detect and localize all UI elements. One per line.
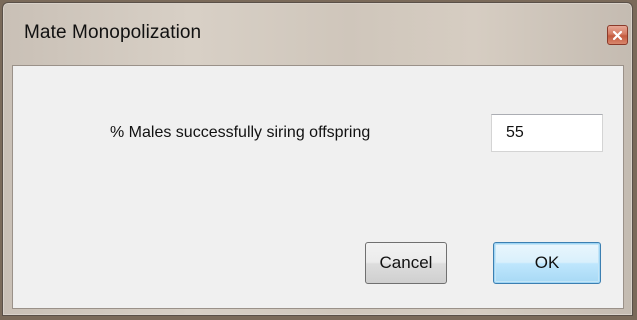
dialog-content: % Males successfully siring offspring Ca…: [12, 65, 624, 309]
title-bar[interactable]: Mate Monopolization: [3, 3, 632, 65]
males-siring-label: % Males successfully siring offspring: [110, 124, 371, 141]
close-button[interactable]: [607, 25, 628, 45]
cancel-button[interactable]: Cancel: [365, 242, 447, 284]
close-icon: [612, 30, 623, 40]
dialog-window: Mate Monopolization % Males successfully…: [2, 2, 633, 316]
ok-button[interactable]: OK: [493, 242, 601, 284]
window-title: Mate Monopolization: [24, 22, 202, 43]
males-siring-input[interactable]: [491, 114, 603, 152]
